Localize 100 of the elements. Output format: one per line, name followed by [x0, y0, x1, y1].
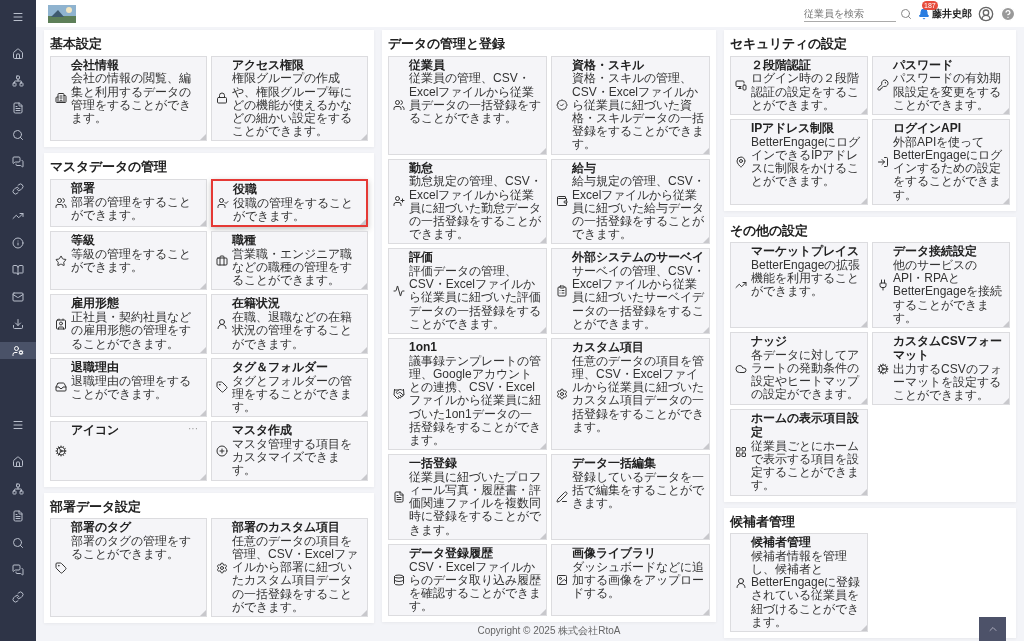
setting-card[interactable]: 候補者管理 候補者情報を管理し、候補者とBetterEngageに登録されている従業員を紐づけることができます。: [730, 533, 868, 633]
building-icon: [55, 92, 67, 105]
notification-icon[interactable]: [918, 7, 930, 20]
chart-icon: [393, 285, 405, 298]
setting-card[interactable]: カスタムCSVフォーマット 出力するCSVのフォーマットを設定することができます。: [872, 332, 1010, 406]
setting-card[interactable]: データ一括編集 登録しているデータを一括で編集をすることができます。: [551, 454, 710, 540]
resize-corner-icon: [361, 410, 367, 417]
setting-card[interactable]: IPアドレス制限 BetterEngageにログインできるIPアドレスに制限をかけることができます。: [730, 118, 868, 205]
setting-card[interactable]: データ接続設定 他のサービスのAPI・RPAとBetterEngageを接続することができます。: [872, 242, 1010, 328]
resize-corner-icon: [361, 346, 367, 353]
gear-icon: [216, 561, 228, 574]
card-description: 役職の管理をすることができます。: [233, 196, 354, 224]
setting-card[interactable]: タグ＆フォルダー タグとフォルダーの管理をすることができます。: [211, 357, 368, 418]
devices-icon: [735, 79, 747, 92]
setting-card[interactable]: データ登録履歴 CSV・Excelファイルからのデータ取り込み履歴を確認することができます。: [388, 543, 547, 617]
card-title: 部署: [71, 181, 95, 196]
setting-card[interactable]: 役職 役職の管理をすることができます。: [211, 178, 368, 228]
setting-card[interactable]: ナッジ 各データに対してアラートの発動条件の設定やヒートマップの設定ができます。: [730, 332, 868, 406]
card-title: 会社情報: [71, 58, 119, 72]
card-title: ナッジ: [751, 335, 787, 349]
user-settings-icon[interactable]: [0, 342, 36, 359]
card-description: 資格・スキルの管理、CSV・Excelファイルから従業員に紐づいた資格・スキルデータの一括登録をすることができます。: [572, 72, 705, 152]
card-description: 勤怠規定の管理、CSV・Excelファイルから従業員に紐づいた勤怠データの一括登録をすることができます。: [409, 175, 542, 242]
setting-card[interactable]: マスタ作成 マスタ管理する項目をカスタマイズできます。: [211, 421, 368, 481]
section-title: その他の設定: [730, 222, 809, 239]
card-description: 会社の情報の閲覧、編集と利用するデータの管理をすることができます。: [71, 72, 192, 126]
setting-card[interactable]: マーケットプレイス BetterEngageの拡張機能を利用することができます。: [730, 242, 868, 328]
resize-corner-icon: [540, 532, 546, 539]
card-description: 等級の管理をすることができます。: [71, 247, 192, 275]
setting-card[interactable]: アイコン ···: [50, 421, 207, 481]
card-description: タグとフォルダーの管理をすることができます。: [232, 374, 353, 415]
card-description: マスタ管理する項目をカスタマイズできます。: [232, 437, 353, 478]
setting-card[interactable]: アクセス権限 権限グループの作成や、権限グループ毎にどの機能が使えるかなどの細かい設定をすることができます。: [211, 55, 368, 142]
copyright: Copyright © 2025 株式会社RtoA: [476, 625, 622, 637]
setting-card[interactable]: 資格・スキル 資格・スキルの管理、CSV・Excelファイルから従業員に紐づいた資格・スキルデータの一括登録をすることができます。: [551, 55, 710, 155]
resize-corner-icon: [361, 134, 367, 141]
card-description: 営業職・エンジニア職などの職種の管理をすることができます。: [232, 247, 353, 288]
plus-circle-icon: [216, 444, 228, 457]
pen-icon: [556, 490, 568, 503]
card-description: 権限グループの作成や、権限グループ毎にどの機能が使えるかなどの細かい設定をすることができます。: [232, 72, 353, 139]
setting-card[interactable]: 勤怠 勤怠規定の管理、CSV・Excelファイルから従業員に紐づいた勤怠データの一括登録をすることができます。: [388, 158, 547, 245]
setting-card[interactable]: 部署のタグ 部署のタグの管理をすることができます。: [50, 518, 207, 618]
setting-card[interactable]: 雇用形態 正社員・契約社員などの雇用形態の管理をすることができます。: [50, 294, 207, 354]
setting-card[interactable]: 一括登録 従業員に紐づいたプロフィール写真・履歴書・評価関連ファイルを複数同時に登録をすることができます。: [388, 454, 547, 540]
resize-corner-icon: [861, 321, 867, 327]
plug-icon: [877, 279, 889, 292]
gear-icon: [556, 388, 568, 401]
setting-card[interactable]: 従業員 従業員の管理、CSV・Excelファイルから従業員データの一括登録をすることができます。: [388, 55, 547, 155]
cog-icon: [55, 444, 67, 457]
section-title: データの管理と登録: [388, 36, 506, 52]
card-title: ２段階認証: [751, 58, 811, 72]
setting-card[interactable]: 在籍状況 在職、退職などの在籍状況の管理をすることができます。: [211, 294, 368, 354]
resize-corner-icon: [361, 610, 367, 617]
setting-card[interactable]: 1on1 議事録テンプレートの管理、Googleアカウントとの連携、CSV・Excelファイルから従業員に紐づいた1on1データの一括登録をすることができます。: [388, 338, 547, 451]
resize-corner-icon: [200, 283, 206, 290]
resize-corner-icon: [540, 327, 546, 333]
card-title: IPアドレス制限: [751, 121, 835, 136]
card-description: 外部APIを使ってBetterEngageにログインするための設定をすることができます。: [893, 135, 1004, 202]
resize-corner-icon: [703, 609, 709, 616]
setting-card[interactable]: 会社情報 会社の情報の閲覧、編集と利用するデータの管理をすることができます。: [50, 55, 207, 142]
setting-card[interactable]: ホームの表示項目設定 従業員ごとにホームで表示する項目を設定することができます。: [730, 409, 868, 496]
search-icon[interactable]: [900, 7, 912, 20]
resize-corner-icon: [1003, 398, 1009, 405]
search-field[interactable]: 従業員を検索: [804, 5, 896, 22]
image-icon: [556, 574, 568, 587]
help-icon[interactable]: [1000, 5, 1016, 22]
setting-card[interactable]: 部署 部署の管理をすることができます。: [50, 178, 207, 228]
user-check-icon: [217, 197, 229, 209]
setting-card[interactable]: カスタム項目 任意のデータの項目を管理、CSV・Excelファイルから従業員に紐づいたカスタム項目データの一括登録をすることができます。: [551, 338, 710, 451]
card-title: データ接続設定: [893, 245, 977, 259]
card-title: 在籍状況: [232, 297, 280, 311]
setting-card[interactable]: 外部システムのサーベイ サーベイの管理、CSV・Excelファイルから従業員に紐づいたサーベイデータの一括登録をすることができます。: [551, 248, 710, 334]
setting-card[interactable]: ログインAPI 外部APIを使ってBetterEngageにログインするための設定をすることができます。: [872, 118, 1010, 205]
card-description: 給与規定の管理、CSV・Excelファイルから従業員に紐づいた給与データの一括登録をすることができます。: [572, 175, 705, 242]
card-description: 任意のデータの項目を管理、CSV・Excelファイルから部署に紐づいたカスタム項目データの一括登録をすることができます。: [232, 534, 360, 615]
resize-corner-icon: [703, 532, 709, 539]
card-title: カスタムCSVフォーマット: [893, 335, 1003, 363]
user-icon: [216, 318, 228, 331]
resize-corner-icon: [200, 346, 206, 353]
setting-card[interactable]: パスワード パスワードの有効期限設定を変更をすることができます。: [872, 55, 1010, 115]
setting-card[interactable]: 評価 評価データの管理、CSV・Excelファイルから従業員に紐づいた評価データの一括登録をすることができます。: [388, 248, 547, 334]
section-title: セキュリティの設定: [730, 36, 848, 52]
card-title: 評価: [409, 251, 433, 265]
card-description: 出力するCSVのフォーマットを設定することができます。: [893, 362, 1003, 403]
resize-corner-icon: [703, 237, 709, 244]
resize-corner-icon: [1003, 107, 1009, 114]
users-icon: [393, 99, 405, 112]
setting-card[interactable]: 等級 等級の管理をすることができます。: [50, 231, 207, 291]
card-description: 退職理由の管理をすることができます。: [71, 374, 192, 401]
card-description: 議事録テンプレートの管理、Googleアカウントとの連携、CSV・Excelファイルから従業員に紐づいた1on1データの一括登録をすることができます。: [409, 354, 542, 448]
card-description: 在職、退職などの在籍状況の管理をすることができます。: [232, 311, 353, 351]
setting-card[interactable]: 退職理由 退職理由の管理をすることができます。: [50, 357, 207, 418]
setting-card[interactable]: 職種 営業職・エンジニア職などの職種の管理をすることができます。: [211, 231, 368, 291]
setting-card[interactable]: 部署のカスタム項目 任意のデータの項目を管理、CSV・Excelファイルから部署に紐づいたカスタム項目データの一括登録をすることができます。: [211, 518, 368, 618]
user-avatar-icon[interactable]: [978, 5, 994, 22]
setting-card[interactable]: ２段階認証 ログイン時の２段階認証の設定をすることができます。: [730, 55, 868, 115]
card-description: 他のサービスのAPI・RPAとBetterEngageを接続することができます。: [893, 259, 1004, 325]
setting-card[interactable]: 給与 給与規定の管理、CSV・Excelファイルから従業員に紐づいた給与データの一括登録をすることができます。: [551, 158, 710, 245]
resize-corner-icon: [540, 147, 546, 154]
setting-card[interactable]: 画像ライブラリ ダッシュボードなどに追加する画像をアップロードする。: [551, 543, 710, 617]
